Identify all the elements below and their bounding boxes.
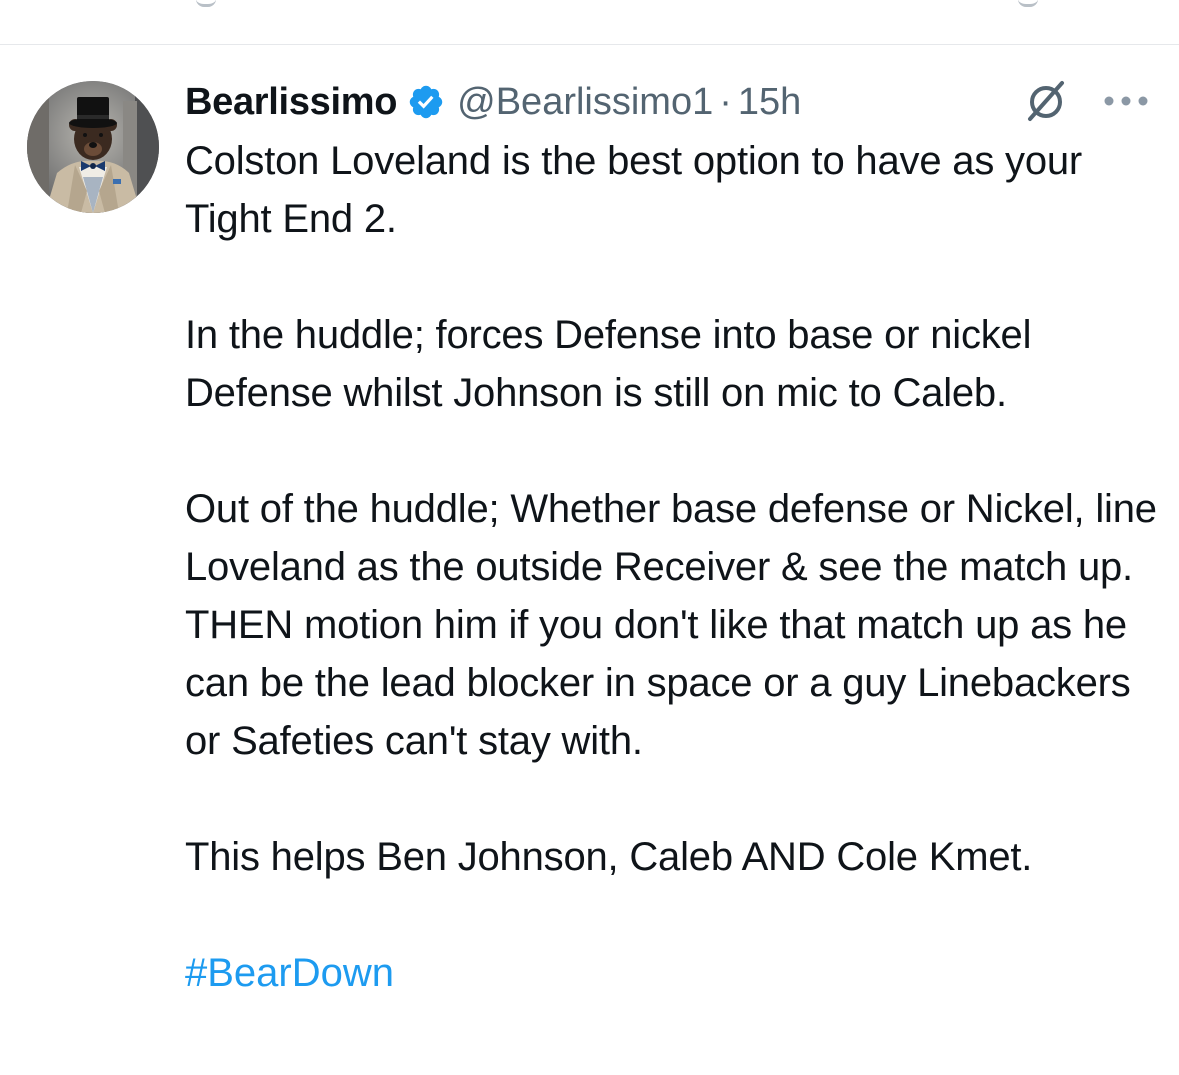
author-handle[interactable]: @Bearlissimo1	[457, 81, 713, 124]
tweet-paragraph-1: Colston Loveland is the best option to h…	[185, 139, 1083, 241]
previous-reply-icon[interactable]	[196, 0, 216, 7]
avatar[interactable]	[27, 81, 159, 213]
tweet-header: Bearlissimo @Bearlissimo1 · 15h	[185, 77, 801, 127]
tweet-body: Colston Loveland is the best option to h…	[185, 132, 1160, 1002]
header-separator: ·	[719, 80, 732, 123]
tweet-timestamp[interactable]: 15h	[738, 81, 801, 124]
tweet-paragraph-4: This helps Ben Johnson, Caleb AND Cole K…	[185, 835, 1033, 879]
grok-icon[interactable]	[1022, 77, 1070, 125]
tweet-paragraph-3: Out of the huddle; Whether base defense …	[185, 487, 1157, 763]
tweet-paragraph-2: In the huddle; forces Defense into base …	[185, 313, 1032, 415]
tweet-screen: Bearlissimo @Bearlissimo1 · 15h Colston …	[0, 0, 1179, 1075]
author-display-name[interactable]: Bearlissimo	[185, 81, 397, 124]
previous-tweet-actions	[0, 0, 1179, 12]
more-options-icon[interactable]	[1103, 94, 1149, 106]
hashtag-link[interactable]: #BearDown	[185, 944, 1160, 1002]
verified-badge-icon	[407, 83, 445, 121]
tweet[interactable]: Bearlissimo @Bearlissimo1 · 15h Colston …	[0, 45, 1179, 1075]
previous-share-icon[interactable]	[1018, 0, 1038, 7]
